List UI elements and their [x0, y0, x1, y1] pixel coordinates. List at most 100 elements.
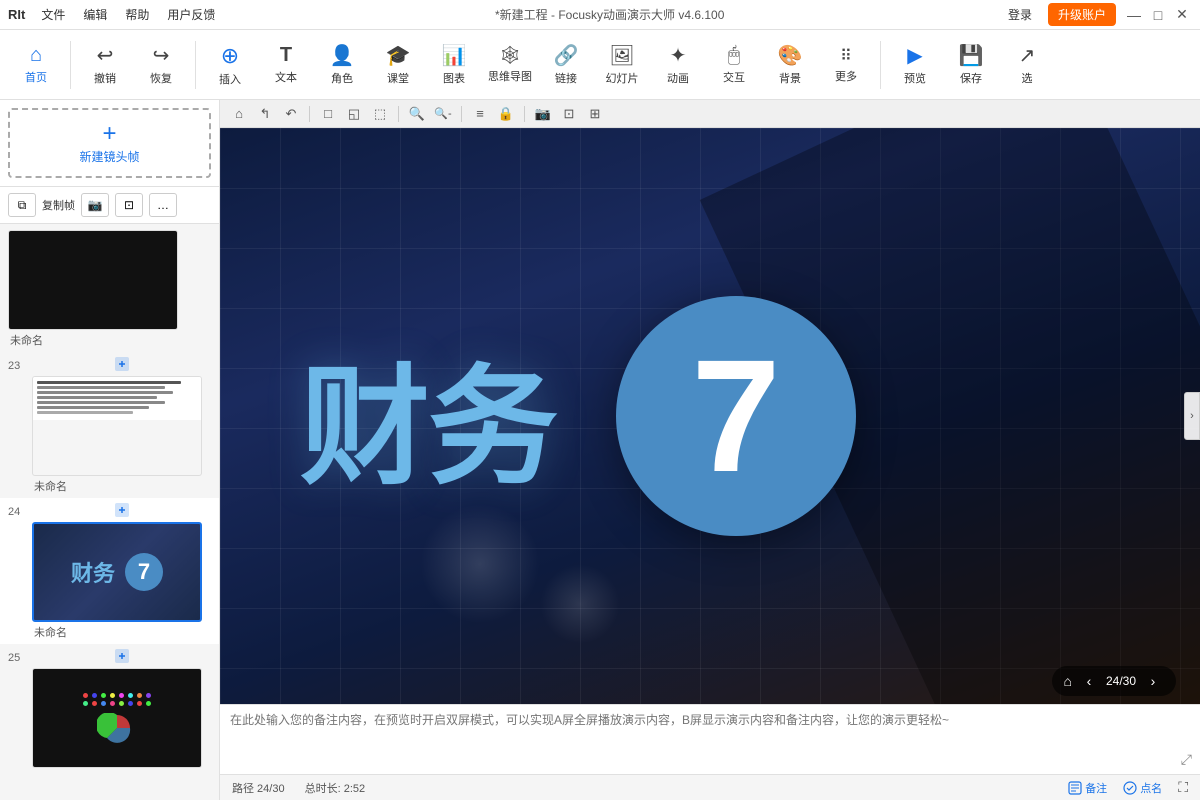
toolbar-class[interactable]: 🎓 课堂 [372, 35, 424, 95]
menu-help[interactable]: 帮助 [121, 4, 153, 25]
toolbar-more[interactable]: ⠿ 更多 [820, 35, 872, 95]
notes-input[interactable] [230, 711, 1190, 768]
thumb-black [9, 231, 177, 329]
toolbar-link[interactable]: 🔗 链接 [540, 35, 592, 95]
page-nav-prev-btn[interactable]: ‹ [1078, 670, 1100, 692]
bg-icon: 🎨 [778, 43, 803, 68]
role-icon: 👤 [330, 43, 355, 68]
interact-icon: 🖱 [728, 44, 740, 67]
canvas-screenshot-btn[interactable]: 📷 [532, 103, 554, 125]
toolbar-slides[interactable]: 🖼 幻灯片 [596, 35, 648, 95]
canvas-content: 财务 7 [220, 128, 1200, 704]
slide-item-black[interactable]: 未命名 [0, 224, 219, 352]
copy-frame-button[interactable]: ⧉ [8, 193, 36, 217]
page-nav-next-btn[interactable]: › [1142, 670, 1164, 692]
toolbar-home-label: 首页 [25, 69, 47, 85]
notes-expand-button[interactable]: ⤢ [1181, 751, 1192, 768]
status-bar-right: 备注 点名 ⛶ [1068, 779, 1188, 796]
redo-icon: ↪ [153, 43, 170, 68]
canvas-undo-btn[interactable]: ↶ [280, 103, 302, 125]
title-bar-left: RIt 文件 编辑 帮助 用户反馈 [8, 4, 219, 25]
slide-item-23[interactable]: 23 未命名 [0, 352, 219, 498]
slides-icon: 🖼 [609, 43, 634, 68]
toolbar-redo-label: 恢复 [150, 70, 172, 86]
anim-icon: ✦ [670, 43, 687, 68]
canvas-toolbar: ⌂ ↰ ↶ □ ◱ ⬚ 🔍 🔍- ≡ 🔒 📷 ⊡ ⊞ [220, 100, 1200, 128]
canvas-align-btn[interactable]: ≡ [469, 103, 491, 125]
slide-name-black: 未命名 [8, 332, 211, 348]
maximize-button[interactable]: □ [1148, 5, 1168, 25]
canvas-frame3-btn[interactable]: ⬚ [369, 103, 391, 125]
canvas-circle-number[interactable]: 7 [616, 296, 856, 536]
toolbar-undo-label: 撤销 [94, 70, 116, 86]
login-button[interactable]: 登录 [1000, 4, 1040, 25]
toolbar-role[interactable]: 👤 角色 [316, 35, 368, 95]
canvas-back-btn[interactable]: ↰ [254, 103, 276, 125]
slide-item-24[interactable]: 24 财务 7 未命名 [0, 498, 219, 644]
upgrade-button[interactable]: 升级账户 [1048, 3, 1116, 26]
canvas-main[interactable]: 财务 7 ⌂ ‹ 24/30 › › [220, 128, 1200, 704]
canvas-fit3-btn[interactable]: ⊞ [584, 103, 606, 125]
status-roll-link[interactable]: 点名 [1123, 780, 1162, 796]
canvas-frame1-btn[interactable]: □ [317, 103, 339, 125]
menu-edit[interactable]: 编辑 [79, 4, 111, 25]
canvas-frame2-btn[interactable]: ◱ [343, 103, 365, 125]
toolbar-undo[interactable]: ↩ 撤销 [79, 35, 131, 95]
canvas-lock-btn[interactable]: 🔒 [495, 103, 517, 125]
slide-number-25: 25 [8, 652, 28, 664]
menu-file[interactable]: 文件 [37, 4, 69, 25]
canvas-title-text[interactable]: 财务 [300, 322, 556, 510]
canvas-sep-1 [309, 106, 310, 122]
menu-feedback[interactable]: 用户反馈 [163, 4, 219, 25]
copy-frame-label: 复制帧 [42, 197, 75, 213]
toolbar-preview-label: 预览 [904, 70, 926, 86]
chart-icon: 📊 [442, 43, 467, 68]
page-nav-home-icon[interactable]: ⌂ [1064, 673, 1072, 689]
app-logo: RIt [8, 7, 25, 22]
toolbar-chart[interactable]: 📊 图表 [428, 35, 480, 95]
toolbar-select[interactable]: ↗ 选 [1001, 35, 1053, 95]
right-panel-collapse[interactable]: › [1184, 392, 1200, 440]
minimize-button[interactable]: — [1124, 5, 1144, 25]
status-fullscreen-icon[interactable]: ⛶ [1178, 779, 1188, 796]
canvas-zoomin-btn[interactable]: 🔍 [406, 103, 428, 125]
notes-area: ⤢ [220, 704, 1200, 774]
toolbar-insert-label: 插入 [219, 71, 241, 87]
canvas-sep-2 [398, 106, 399, 122]
toolbar-role-label: 角色 [331, 70, 353, 86]
canvas-area: ⌂ ↰ ↶ □ ◱ ⬚ 🔍 🔍- ≡ 🔒 📷 ⊡ ⊞ 财务 7 [220, 100, 1200, 800]
anim-icon-23 [32, 356, 211, 372]
canvas-fit2-btn[interactable]: ⊡ [558, 103, 580, 125]
fit-button[interactable]: ⊡ [115, 193, 143, 217]
toolbar-insert[interactable]: ⊕ 插入 [204, 35, 256, 95]
more-icon: ⠿ [840, 46, 852, 66]
status-note-link[interactable]: 备注 [1068, 780, 1107, 796]
toolbar-home[interactable]: ⌂ 首页 [10, 35, 62, 95]
photo-button[interactable]: 📷 [81, 193, 109, 217]
toolbar-mindmap[interactable]: 🕸 思维导图 [484, 35, 536, 95]
canvas-zoomout-btn[interactable]: 🔍- [432, 103, 454, 125]
status-path: 路径 24/30 [232, 780, 285, 796]
toolbar-interact[interactable]: 🖱 交互 [708, 35, 760, 95]
toolbar-bg[interactable]: 🎨 背景 [764, 35, 816, 95]
canvas-home-btn[interactable]: ⌂ [228, 103, 250, 125]
toolbar-select-label: 选 [1022, 70, 1033, 86]
toolbar-save[interactable]: 💾 保存 [945, 35, 997, 95]
slide-item-25[interactable]: 25 [0, 644, 219, 774]
toolbar-divider-1 [70, 41, 71, 89]
toolbar-preview[interactable]: ▶ 预览 [889, 35, 941, 95]
toolbar-class-label: 课堂 [387, 70, 409, 86]
toolbar-link-label: 链接 [555, 70, 577, 86]
status-bar: 路径 24/30 总时长: 2:52 备注 点名 ⛶ [220, 774, 1200, 800]
toolbar-redo[interactable]: ↪ 恢复 [135, 35, 187, 95]
slide-content-24: 财务 7 未命名 [32, 502, 211, 640]
toolbar-anim[interactable]: ✦ 动画 [652, 35, 704, 95]
class-icon: 🎓 [386, 43, 411, 68]
toolbar-chart-label: 图表 [443, 70, 465, 86]
close-button[interactable]: ✕ [1172, 5, 1192, 25]
new-frame-label: 新建镜头帧 [79, 148, 139, 165]
toolbar-text[interactable]: T 文本 [260, 35, 312, 95]
sidebar: + 新建镜头帧 ⧉ 复制帧 📷 ⊡ … [0, 100, 220, 800]
new-frame-button[interactable]: + 新建镜头帧 [8, 108, 211, 178]
more-sidebar-button[interactable]: … [149, 193, 177, 217]
